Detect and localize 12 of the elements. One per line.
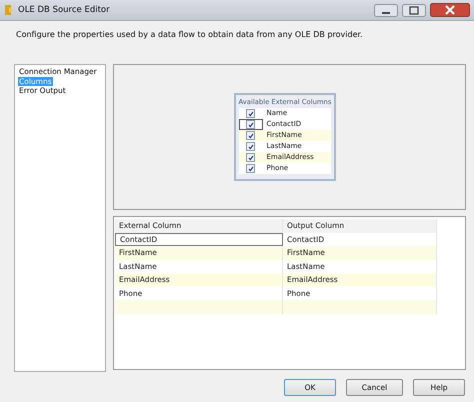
checkbox[interactable] <box>246 164 255 173</box>
description-text: Configure the properties used by a data flow to obtain data from any OLE DB provider. <box>16 30 363 39</box>
minimize-icon[interactable] <box>374 4 398 16</box>
checkbox[interactable] <box>246 131 255 140</box>
checkbox[interactable] <box>246 109 255 118</box>
app-icon <box>4 4 14 16</box>
checkbox[interactable] <box>246 142 255 151</box>
maximize-icon[interactable] <box>402 4 426 16</box>
window-title: OLE DB Source Editor <box>18 5 111 15</box>
checkbox[interactable] <box>246 153 255 162</box>
close-icon[interactable] <box>430 3 470 17</box>
checkbox[interactable] <box>246 120 255 129</box>
